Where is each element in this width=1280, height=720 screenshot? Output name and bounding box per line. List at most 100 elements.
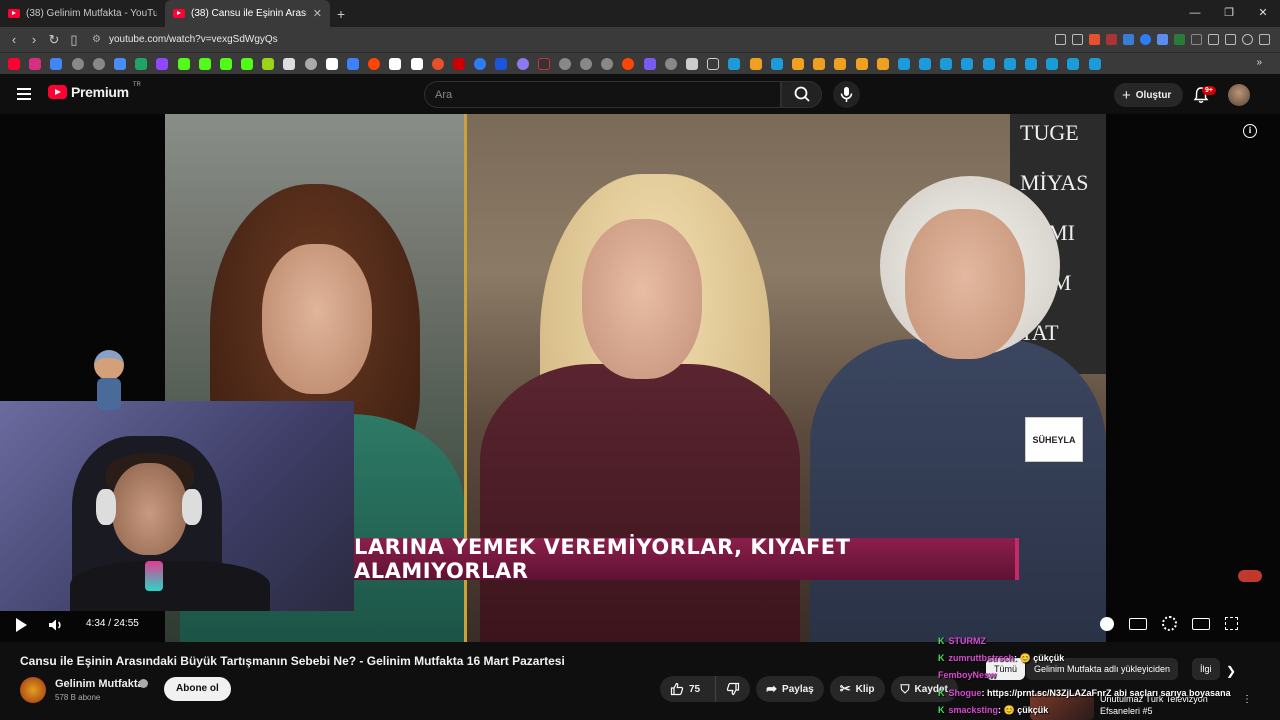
volume-icon[interactable] [48,618,64,632]
bookmark-amazon-icon[interactable] [410,57,423,70]
bookmark-gmail-icon[interactable] [113,57,126,70]
create-button[interactable]: + Oluştur [1114,83,1184,107]
reload-icon[interactable]: ↻ [44,32,64,48]
brave-shield-icon[interactable] [1089,34,1100,45]
bookmark-icon[interactable] [791,57,804,70]
subtitles-icon[interactable] [1129,617,1147,630]
bookmark-steam-icon[interactable] [982,57,995,70]
url-text[interactable]: youtube.com/watch?v=vexgSdWgyQs [109,34,278,45]
menu-icon[interactable] [1259,34,1270,45]
bookmark-icon[interactable] [876,57,889,70]
bookmark-globe-icon[interactable] [580,57,593,70]
bookmark-icon[interactable] [347,57,359,70]
bookmark-icon[interactable] [643,57,656,70]
bookmark-google-icon[interactable] [50,57,63,70]
settings-gear-icon[interactable] [1162,616,1177,631]
fullscreen-icon[interactable] [1225,617,1238,630]
bookmark-icon[interactable] [304,57,317,70]
extension-icon[interactable] [1140,34,1151,45]
bookmark-icon[interactable] [452,57,465,70]
play-icon[interactable] [16,618,27,632]
bookmark-icon[interactable] [516,57,529,70]
channel-watermark[interactable] [1238,570,1262,582]
bookmark-reddit-icon[interactable] [368,57,381,70]
bookmark-globe-icon[interactable] [71,57,84,70]
bookmark-instagram-icon[interactable] [29,57,42,70]
info-icon[interactable]: i [1243,124,1257,138]
miniplayer-icon[interactable] [1192,617,1210,630]
youtube-logo[interactable]: Premium TR [48,82,141,100]
bookmark-steam-icon[interactable] [728,57,741,70]
hamburger-menu-icon[interactable] [17,88,31,100]
bookmark-kick-icon[interactable] [241,57,254,70]
pause-autoplay-icon[interactable] [1100,616,1114,631]
close-window-icon[interactable]: ✕ [1246,0,1280,27]
browser-tab-2[interactable]: (38) Cansu ile Eşinin Arasındaki B ✕ [165,0,330,27]
bookmark-icon[interactable] [686,57,698,70]
bookmark-nba-icon[interactable] [495,57,508,70]
bookmark-icon[interactable] [537,57,550,70]
bookmark-steam-icon[interactable] [919,57,932,70]
bookmark-icon[interactable] [262,57,275,70]
bookmark-icon[interactable] [749,57,762,70]
extension-icon[interactable] [1106,34,1117,45]
bookmark-kick-icon[interactable] [177,57,190,70]
extension-icon[interactable] [1191,34,1202,45]
bookmark-drive-icon[interactable] [135,57,148,70]
bookmark-kick-icon[interactable] [219,57,232,70]
bookmark-steam-icon[interactable] [1003,57,1016,70]
bookmark-globe-icon[interactable] [601,57,614,70]
voice-search-button[interactable] [833,81,860,108]
bookmark-twitch-icon[interactable] [156,57,169,70]
bookmark-kick-icon[interactable] [198,57,211,70]
close-tab-icon[interactable]: ✕ [313,7,322,20]
restore-icon[interactable]: ❐ [1212,0,1246,27]
bookmark-icon[interactable] [834,57,847,70]
channel-name[interactable]: Gelinim Mutfakta [55,678,144,690]
bookmark-steam-icon[interactable] [1067,57,1080,70]
extension-icon[interactable] [1157,34,1168,45]
video-player[interactable]: TUGE MİYAS SUMI DAM TAT SÜHEYLA LARINA Y… [0,114,1280,642]
user-avatar[interactable] [1228,84,1250,106]
more-bookmarks-icon[interactable]: » [1256,57,1262,68]
bookmark-reddit-icon[interactable] [622,57,635,70]
extension-icon[interactable] [1123,34,1134,45]
channel-avatar[interactable] [20,677,46,703]
bookmark-steam-icon[interactable] [961,57,974,70]
bookmark-anchor-icon[interactable] [283,57,296,70]
music-icon[interactable] [1242,34,1253,45]
bookmark-steam-icon[interactable] [1088,57,1101,70]
extension-icon[interactable] [1174,34,1185,45]
new-tab-button[interactable]: + [330,6,352,22]
share-icon[interactable] [1072,34,1083,45]
screen-icon[interactable] [1055,34,1066,45]
puzzle-icon[interactable] [1208,34,1219,45]
bookmark-icon[interactable] [855,57,868,70]
site-info-icon[interactable]: ⚙ [92,34,101,45]
bookmark-steam-icon[interactable] [1046,57,1059,70]
bookmark-globe-icon[interactable] [558,57,571,70]
bookmark-youtube-icon[interactable] [8,57,20,70]
bookmark-icon[interactable] [813,57,826,70]
clip-button[interactable]: ✂ Klip [829,676,885,702]
bookmark-icon[interactable] [474,57,487,70]
bookmark-x-icon[interactable] [325,57,338,70]
bookmark-steam-icon[interactable] [897,57,910,70]
bookmark-icon[interactable]: ▯ [64,32,84,48]
dislike-button[interactable] [715,676,750,702]
bookmark-globe-icon[interactable] [664,57,677,70]
bookmark-globe-icon[interactable] [92,57,105,70]
bookmark-steam-icon[interactable] [1025,57,1037,70]
subscribe-button[interactable]: Abone ol [164,677,231,701]
bookmark-p-icon[interactable] [389,57,402,70]
sidebar-icon[interactable] [1225,34,1236,45]
browser-tab-1[interactable]: (38) Gelinim Mutfakta - YouTube [0,0,165,27]
minimize-icon[interactable]: — [1178,0,1212,27]
share-button[interactable]: ➦ Paylaş [756,676,824,702]
back-icon[interactable]: ‹ [4,32,24,47]
search-button[interactable] [781,81,822,108]
bookmark-steam-icon[interactable] [940,57,953,70]
search-input[interactable] [425,82,780,108]
bookmark-icon[interactable] [431,57,444,70]
like-button[interactable]: 75 [660,676,710,702]
